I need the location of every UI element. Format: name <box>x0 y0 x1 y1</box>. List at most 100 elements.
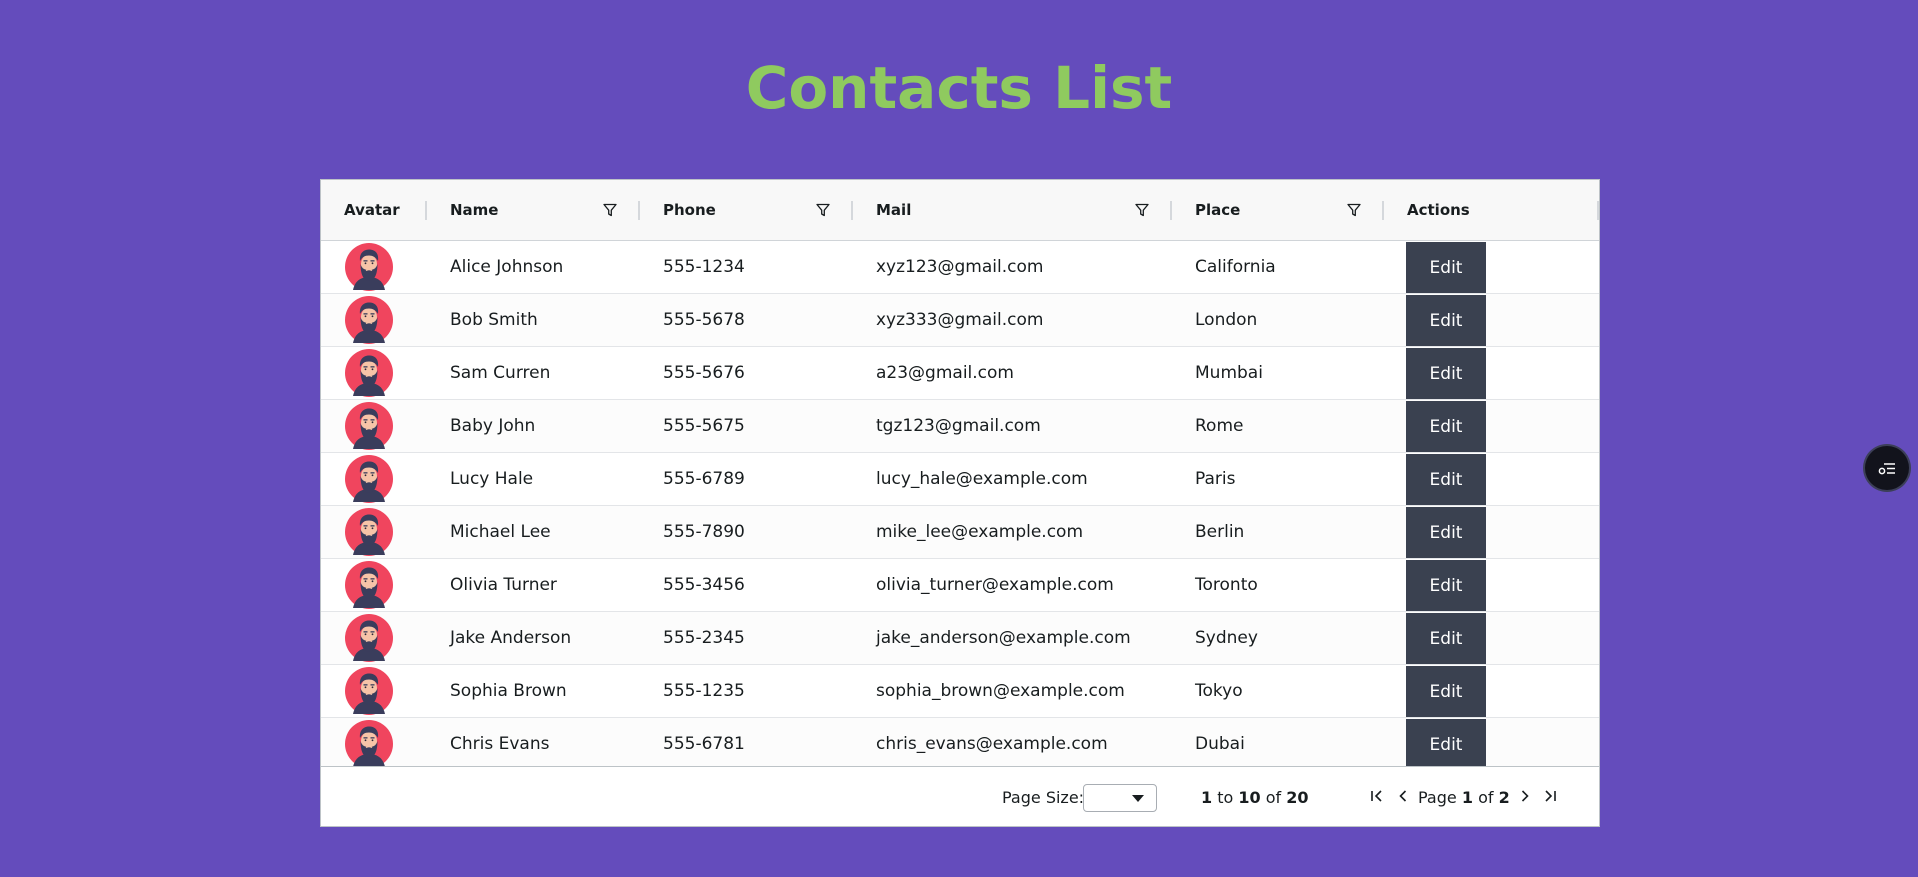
mail-cell: mike_lee@example.com <box>876 522 1084 542</box>
grid-header: Avatar Name Phone Mail Place Actions <box>321 180 1599 241</box>
table-row[interactable]: Sophia Brown 555-1235 sophia_brown@example… <box>321 665 1599 718</box>
column-header-label: Phone <box>663 201 716 219</box>
edit-button[interactable]: Edit <box>1406 401 1486 452</box>
phone-cell: 555-5675 <box>663 416 745 436</box>
filter-icon[interactable] <box>815 202 831 218</box>
edit-button[interactable]: Edit <box>1406 666 1486 717</box>
page-size-select[interactable] <box>1083 784 1157 812</box>
filter-icon[interactable] <box>1134 202 1150 218</box>
edit-button[interactable]: Edit <box>1406 613 1486 664</box>
last-page-button[interactable] <box>1540 786 1560 806</box>
avatar <box>345 508 393 556</box>
phone-cell: 555-6781 <box>663 734 745 754</box>
page-word: Page <box>1418 788 1457 807</box>
avatar-cell <box>321 559 427 611</box>
avatar <box>345 667 393 715</box>
column-header-label: Actions <box>1407 201 1470 219</box>
column-header-mail[interactable]: Mail <box>853 180 1172 240</box>
mail-cell: olivia_turner@example.com <box>876 575 1114 595</box>
total-pages: 2 <box>1498 788 1510 807</box>
avatar-cell <box>321 612 427 664</box>
place-cell: Rome <box>1195 416 1244 436</box>
mail-cell: chris_evans@example.com <box>876 734 1108 754</box>
place-cell: Paris <box>1195 469 1236 489</box>
row-total: 20 <box>1286 788 1309 807</box>
column-header-avatar[interactable]: Avatar <box>321 180 427 240</box>
phone-cell: 555-1234 <box>663 257 745 277</box>
last-page-icon <box>1545 790 1556 802</box>
table-row[interactable]: Michael Lee 555-7890 mike_lee@example.com B… <box>321 506 1599 559</box>
name-cell: Olivia Turner <box>450 575 557 595</box>
avatar-cell <box>321 718 427 770</box>
table-row[interactable]: Lucy Hale 555-6789 lucy_hale@example.com Pa… <box>321 453 1599 506</box>
avatar-cell <box>321 294 427 346</box>
edit-button[interactable]: Edit <box>1406 454 1486 505</box>
row-to: 10 <box>1238 788 1261 807</box>
first-page-icon <box>1371 790 1382 802</box>
mail-cell: tgz123@gmail.com <box>876 416 1041 436</box>
place-cell: Tokyo <box>1195 681 1243 701</box>
filter-icon[interactable] <box>602 202 618 218</box>
caret-down-icon <box>1132 795 1144 802</box>
table-row[interactable]: Alice Johnson 555-1234 xyz123@gmail.com Cal… <box>321 241 1599 294</box>
column-header-label: Name <box>450 201 499 219</box>
place-cell: Sydney <box>1195 628 1258 648</box>
row-to-word: to <box>1217 788 1234 807</box>
column-separator[interactable] <box>1597 201 1599 220</box>
edit-button[interactable]: Edit <box>1406 242 1486 293</box>
name-cell: Michael Lee <box>450 522 551 542</box>
column-header-name[interactable]: Name <box>427 180 640 240</box>
mail-cell: sophia_brown@example.com <box>876 681 1125 701</box>
filter-icon[interactable] <box>1346 202 1362 218</box>
phone-cell: 555-5676 <box>663 363 745 383</box>
table-row[interactable]: Sam Curren 555-5676 a23@gmail.com Mumbai Edi… <box>321 347 1599 400</box>
name-cell: Chris Evans <box>450 734 550 754</box>
place-cell: Berlin <box>1195 522 1245 542</box>
phone-cell: 555-1235 <box>663 681 745 701</box>
phone-cell: 555-3456 <box>663 575 745 595</box>
column-header-place[interactable]: Place <box>1172 180 1384 240</box>
page-of-word: of <box>1478 788 1494 807</box>
phone-cell: 555-2345 <box>663 628 745 648</box>
edit-button[interactable]: Edit <box>1406 295 1486 346</box>
next-page-button[interactable] <box>1515 786 1535 806</box>
contacts-grid: Avatar Name Phone Mail Place Actions Alice Jo… <box>320 179 1600 827</box>
place-cell: Toronto <box>1195 575 1258 595</box>
column-header-phone[interactable]: Phone <box>640 180 853 240</box>
edit-button[interactable]: Edit <box>1406 719 1486 770</box>
table-row[interactable]: Chris Evans 555-6781 chris_evans@example.c… <box>321 718 1599 771</box>
avatar <box>345 349 393 397</box>
table-row[interactable]: Bob Smith 555-5678 xyz333@gmail.com London E… <box>321 294 1599 347</box>
avatar-cell <box>321 665 427 717</box>
column-header-actions[interactable]: Actions <box>1384 180 1599 240</box>
edit-button[interactable]: Edit <box>1406 348 1486 399</box>
previous-page-button[interactable] <box>1393 786 1413 806</box>
edit-button[interactable]: Edit <box>1406 507 1486 558</box>
floating-settings-button[interactable] <box>1865 446 1909 490</box>
first-page-button[interactable] <box>1367 786 1387 806</box>
phone-cell: 555-5678 <box>663 310 745 330</box>
avatar <box>345 561 393 609</box>
page-size-label: Page Size: <box>1002 788 1085 807</box>
mail-cell: a23@gmail.com <box>876 363 1014 383</box>
name-cell: Sophia Brown <box>450 681 567 701</box>
table-row[interactable]: Olivia Turner 555-3456 olivia_turner@examp… <box>321 559 1599 612</box>
avatar <box>345 243 393 291</box>
place-cell: California <box>1195 257 1276 277</box>
page-title: Contacts List <box>745 54 1173 122</box>
avatar <box>345 455 393 503</box>
column-header-label: Mail <box>876 201 912 219</box>
avatar <box>345 402 393 450</box>
mail-cell: xyz333@gmail.com <box>876 310 1044 330</box>
mail-cell: xyz123@gmail.com <box>876 257 1044 277</box>
page-indicator: Page 1 of 2 <box>1418 789 1510 807</box>
row-of-word: of <box>1265 788 1282 807</box>
place-cell: Mumbai <box>1195 363 1263 383</box>
table-row[interactable]: Baby John 555-5675 tgz123@gmail.com Rome Edi… <box>321 400 1599 453</box>
edit-button[interactable]: Edit <box>1406 560 1486 611</box>
avatar <box>345 720 393 768</box>
row-from: 1 <box>1201 788 1213 807</box>
current-page: 1 <box>1461 788 1473 807</box>
name-cell: Jake Anderson <box>450 628 572 648</box>
table-row[interactable]: Jake Anderson 555-2345 jake_anderson@examp… <box>321 612 1599 665</box>
